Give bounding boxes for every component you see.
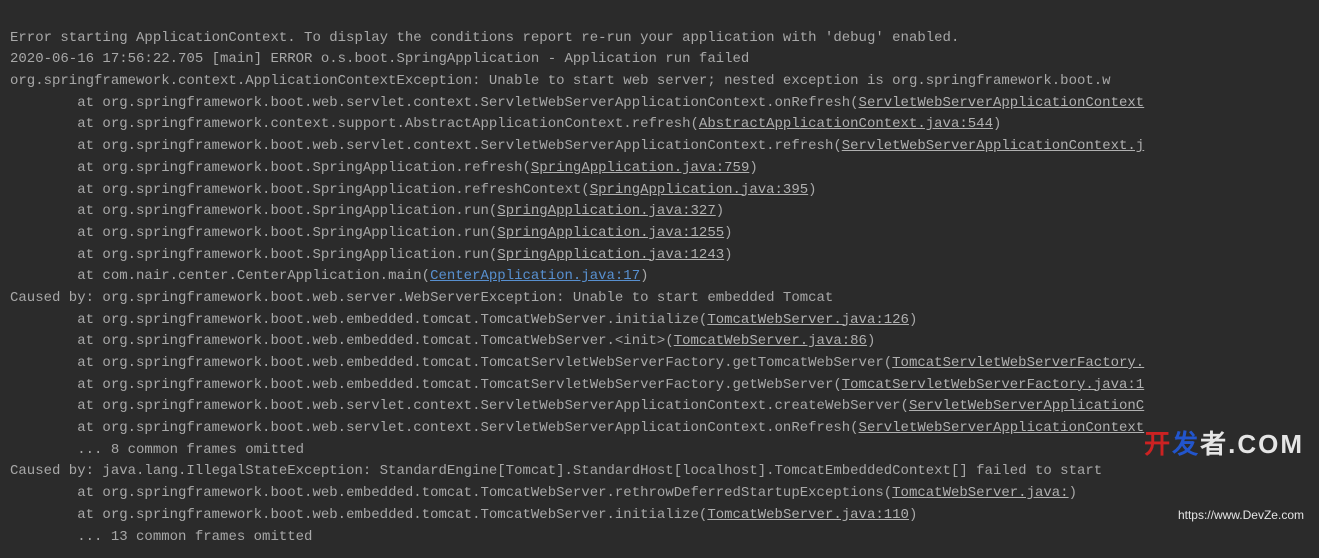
stack-frame: at org.springframework.boot.web.embedded… — [10, 333, 875, 349]
source-link[interactable]: SpringApplication.java:327 — [497, 203, 715, 219]
source-link[interactable]: TomcatWebServer.java:110 — [707, 507, 909, 523]
source-link[interactable]: TomcatServletWebServerFactory.java:1 — [842, 377, 1144, 393]
console-output: Error starting ApplicationContext. To di… — [0, 0, 1319, 558]
watermark-brand: 开发者.COM — [1144, 424, 1304, 464]
log-line: Caused by: org.springframework.boot.web.… — [10, 290, 833, 306]
stack-frame: at org.springframework.context.support.A… — [10, 116, 1001, 132]
stack-frame: at org.springframework.boot.web.servlet.… — [10, 95, 1144, 111]
stack-frame: at org.springframework.boot.SpringApplic… — [10, 247, 733, 263]
stack-frame: at org.springframework.boot.web.embedded… — [10, 507, 917, 523]
stack-frame: at org.springframework.boot.web.embedded… — [10, 377, 1144, 393]
log-line: ... 13 common frames omitted — [10, 529, 312, 545]
log-line: ... 8 common frames omitted — [10, 442, 304, 458]
source-link[interactable]: TomcatWebServer.java: — [892, 485, 1068, 501]
stack-frame: at org.springframework.boot.web.embedded… — [10, 355, 1144, 371]
source-link[interactable]: ServletWebServerApplicationContext.j — [842, 138, 1144, 154]
log-line: Error starting ApplicationContext. To di… — [10, 30, 959, 46]
source-link[interactable]: TomcatServletWebServerFactory. — [892, 355, 1144, 371]
source-link[interactable]: ServletWebServerApplicationContext — [859, 95, 1145, 111]
source-link[interactable]: ServletWebServerApplicationContext — [859, 420, 1145, 436]
stack-frame: at org.springframework.boot.web.servlet.… — [10, 138, 1144, 154]
stack-frame: at org.springframework.boot.SpringApplic… — [10, 203, 724, 219]
source-link[interactable]: SpringApplication.java:395 — [590, 182, 808, 198]
stack-frame: at org.springframework.boot.web.servlet.… — [10, 420, 1144, 436]
stack-frame: at org.springframework.boot.SpringApplic… — [10, 225, 733, 241]
log-line: org.springframework.context.ApplicationC… — [10, 73, 1111, 89]
source-link[interactable]: CenterApplication.java:17 — [430, 268, 640, 284]
log-line: Caused by: java.lang.IllegalStateExcepti… — [10, 463, 1102, 479]
source-link[interactable]: TomcatWebServer.java:86 — [674, 333, 867, 349]
watermark-url: https://www.DevZe.com — [1144, 506, 1304, 525]
source-link[interactable]: TomcatWebServer.java:126 — [707, 312, 909, 328]
source-link[interactable]: ServletWebServerApplicationC — [909, 398, 1144, 414]
stack-frame: at org.springframework.boot.web.embedded… — [10, 485, 1077, 501]
source-link[interactable]: SpringApplication.java:1243 — [497, 247, 724, 263]
log-line: 2020-06-16 17:56:22.705 [main] ERROR o.s… — [10, 51, 749, 67]
stack-frame: at org.springframework.boot.SpringApplic… — [10, 182, 817, 198]
stack-frame: at org.springframework.boot.web.servlet.… — [10, 398, 1144, 414]
source-link[interactable]: SpringApplication.java:759 — [531, 160, 749, 176]
stack-frame: at org.springframework.boot.web.embedded… — [10, 312, 917, 328]
source-link[interactable]: SpringApplication.java:1255 — [497, 225, 724, 241]
stack-frame: at com.nair.center.CenterApplication.mai… — [10, 268, 649, 284]
stack-frame: at org.springframework.boot.SpringApplic… — [10, 160, 758, 176]
source-link[interactable]: AbstractApplicationContext.java:544 — [699, 116, 993, 132]
watermark: 开发者.COM https://www.DevZe.com — [1144, 381, 1304, 546]
